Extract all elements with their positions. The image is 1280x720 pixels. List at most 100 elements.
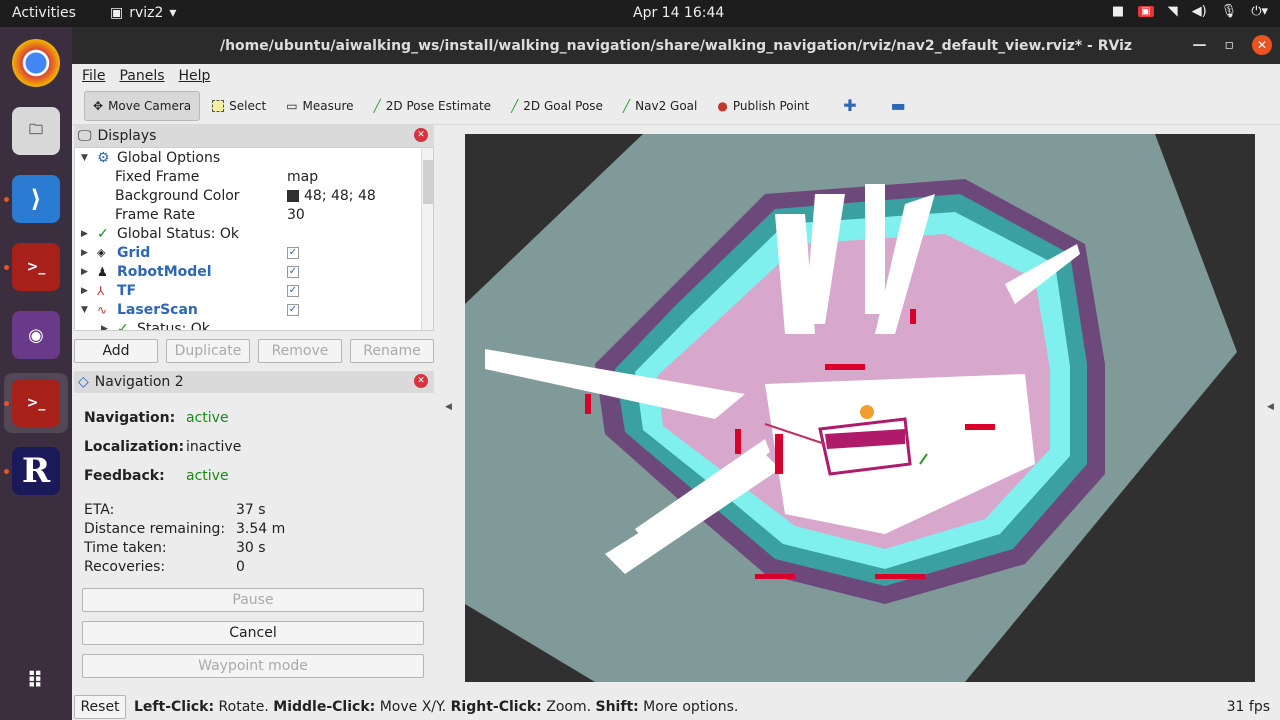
check-icon: ✓ (117, 320, 129, 331)
expand-arrow-icon[interactable]: ▼ (81, 305, 91, 315)
color-value[interactable]: 48; 48; 48 (287, 188, 376, 204)
volume-icon: ◀) (1191, 4, 1207, 19)
activities-button[interactable]: Activities (12, 5, 76, 21)
move-camera-icon: ✥ (93, 98, 104, 113)
duplicate-button[interactable]: Duplicate (166, 339, 250, 363)
recoveries-value: 0 (236, 558, 245, 575)
expand-arrow-icon[interactable]: ▶ (81, 286, 91, 296)
close-icon[interactable]: ✕ (1252, 35, 1272, 55)
tool-label: 2D Goal Pose (523, 98, 603, 113)
publish-point-tool[interactable]: ● Publish Point (709, 91, 817, 121)
tool-label: Measure (302, 98, 354, 113)
app-menu-label: rviz2 (129, 5, 164, 21)
collapse-left-icon[interactable]: ◀ (445, 402, 452, 412)
select-icon (212, 99, 225, 112)
tool-label: Nav2 Goal (635, 98, 698, 113)
app-menu[interactable]: ▣ rviz2 ▾ (110, 5, 176, 21)
status-bar: Reset Left-Click: Rotate. Middle-Click: … (72, 694, 1280, 720)
tree-value[interactable]: 30 (287, 207, 305, 223)
terminal-icon[interactable]: >_ (12, 379, 60, 427)
displays-panel-header[interactable]: 🖵 Displays ✕ (74, 125, 434, 147)
menubar: File Panels Help (72, 64, 1280, 87)
navigation-panel: ◇ Navigation 2 ✕ Navigation: active Local… (74, 371, 434, 678)
wifi-icon: ◥ (1167, 4, 1178, 19)
displays-buttons: Add Duplicate Remove Rename (74, 339, 434, 363)
camera-app-icon[interactable]: ◉ (12, 311, 60, 359)
navigation-label: Navigation: (84, 409, 176, 426)
window-title: /home/ubuntu/aiwalking_ws/install/walkin… (219, 37, 1133, 54)
rviz-icon[interactable]: R (12, 447, 60, 495)
waypoint-mode-button[interactable]: Waypoint mode (82, 654, 424, 678)
add-button[interactable]: Add (74, 339, 158, 363)
chrome-icon[interactable] (12, 39, 60, 87)
robot-icon: ♟ (97, 264, 108, 279)
tree-scrollbar[interactable] (421, 148, 433, 330)
tree-row-grid[interactable]: ▶ ◈ Grid ✓ (75, 243, 433, 262)
fps-counter: 31 fps (1226, 699, 1270, 715)
goal-pose-tool[interactable]: ╱ 2D Goal Pose (503, 91, 611, 121)
remove-tool-button[interactable]: ▬ (883, 91, 914, 121)
hint-shift: Shift: (595, 699, 639, 715)
add-tool-button[interactable]: ✚ (835, 91, 864, 121)
system-top-bar: Activities ▣ rviz2 ▾ Apr 14 16:44 ■ ▣ ◥ … (0, 0, 1280, 27)
tree-row-fixed-frame[interactable]: Fixed Frame map (75, 167, 433, 186)
enable-checkbox[interactable]: ✓ (287, 284, 299, 297)
tree-row-frame-rate[interactable]: Frame Rate 30 (75, 205, 433, 224)
tree-label: Frame Rate (115, 206, 196, 223)
move-camera-tool[interactable]: ✥ Move Camera (84, 90, 201, 121)
enable-checkbox[interactable]: ✓ (287, 246, 299, 259)
tree-row-background-color[interactable]: Background Color 48; 48; 48 (75, 186, 433, 205)
reset-button[interactable]: Reset (74, 695, 126, 719)
app-window-icon: ▣ (110, 5, 124, 21)
tree-row-laser-scan[interactable]: ▼ ∿ LaserScan ✓ (75, 300, 433, 319)
window-titlebar[interactable]: /home/ubuntu/aiwalking_ws/install/walkin… (72, 27, 1280, 64)
menu-panels[interactable]: Panels (119, 68, 164, 84)
maximize-icon[interactable]: ▫ (1225, 37, 1235, 53)
dock: 🗀 ⟩ >_ ◉ >_ R ⠿ (0, 27, 72, 720)
navigation-panel-header[interactable]: ◇ Navigation 2 ✕ (74, 371, 434, 393)
tool-label: 2D Pose Estimate (385, 98, 492, 113)
show-apps-icon[interactable]: ⠿ (12, 657, 60, 705)
rename-button[interactable]: Rename (350, 339, 434, 363)
tree-row-global-options[interactable]: ▼ ⚙ Global Options (75, 148, 433, 167)
nav2-goal-tool[interactable]: ╱ Nav2 Goal (615, 91, 705, 121)
pause-button[interactable]: Pause (82, 588, 424, 612)
system-tray[interactable]: ■ ▣ ◥ ◀) 🎙 ⏻▾ (1112, 4, 1268, 19)
remove-button[interactable]: Remove (258, 339, 342, 363)
menu-file[interactable]: File (82, 68, 105, 84)
close-icon[interactable]: ✕ (414, 374, 428, 388)
scrollbar-thumb[interactable] (423, 160, 433, 204)
clock[interactable]: Apr 14 16:44 (633, 5, 724, 21)
cancel-button[interactable]: Cancel (82, 621, 424, 645)
tool-label: Publish Point (732, 98, 810, 113)
arrow-icon: ╱ (511, 98, 519, 113)
tree-row-status[interactable]: ▶ ✓ Status: Ok (75, 319, 433, 331)
tree-row-global-status[interactable]: ▶ ✓ Global Status: Ok (75, 224, 433, 243)
menu-help[interactable]: Help (179, 68, 211, 84)
tree-value[interactable]: map (287, 169, 318, 185)
displays-tree[interactable]: ▼ ⚙ Global Options Fixed Frame map Backg… (74, 147, 434, 331)
enable-checkbox[interactable]: ✓ (287, 303, 299, 316)
expand-arrow-icon[interactable]: ▶ (81, 267, 91, 277)
expand-arrow-icon[interactable]: ▶ (81, 229, 91, 239)
expand-arrow-icon[interactable]: ▼ (81, 153, 91, 163)
tree-row-tf[interactable]: ▶ ⅄ TF ✓ (75, 281, 433, 300)
close-icon[interactable]: ✕ (414, 128, 428, 142)
tree-label: RobotModel (117, 263, 212, 280)
terminal-icon[interactable]: >_ (12, 243, 60, 291)
render-view[interactable] (465, 134, 1255, 682)
pose-estimate-tool[interactable]: ╱ 2D Pose Estimate (366, 91, 500, 121)
measure-tool[interactable]: ▭ Measure (278, 91, 361, 121)
expand-arrow-icon[interactable]: ▶ (101, 324, 111, 331)
expand-arrow-icon[interactable]: ▶ (81, 248, 91, 258)
select-tool[interactable]: Select (204, 91, 274, 121)
minimize-icon[interactable]: — (1193, 37, 1207, 53)
axes-icon: ⅄ (97, 283, 105, 298)
tree-row-robot-model[interactable]: ▶ ♟ RobotModel ✓ (75, 262, 433, 281)
tree-label: LaserScan (117, 301, 198, 318)
nav2-diamond-icon: ◇ (78, 374, 89, 390)
enable-checkbox[interactable]: ✓ (287, 265, 299, 278)
files-icon[interactable]: 🗀 (12, 107, 60, 155)
collapse-right-icon[interactable]: ◀ (1267, 402, 1274, 412)
vscode-icon[interactable]: ⟩ (12, 175, 60, 223)
